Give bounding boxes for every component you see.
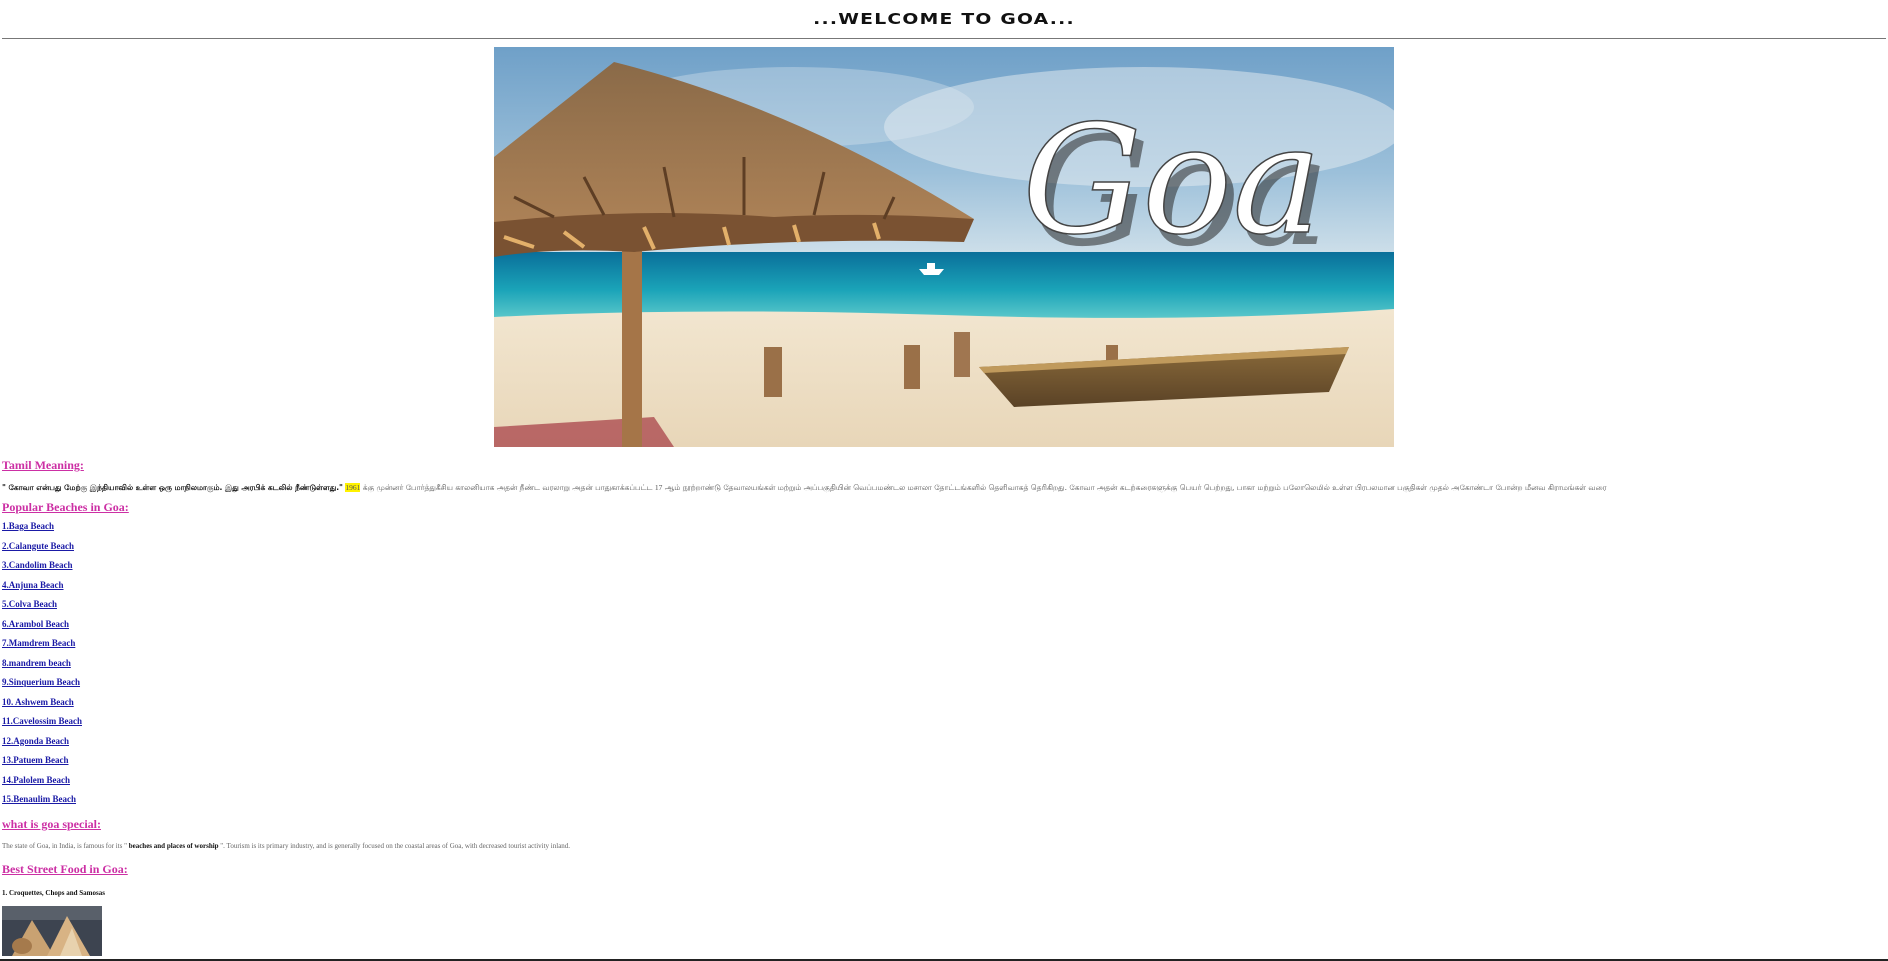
- beach-link-ashwem[interactable]: 10. Ashwem Beach: [2, 697, 74, 707]
- beaches-heading: Popular Beaches in Goa:: [2, 500, 129, 514]
- beach-link-patuem[interactable]: 13.Patuem Beach: [2, 755, 69, 765]
- century-number: 17: [654, 483, 663, 492]
- list-item: 5.Colva Beach: [2, 599, 1886, 619]
- food-image: [2, 905, 102, 956]
- beach-link-palolem[interactable]: 14.Palolem Beach: [2, 775, 70, 785]
- list-item: 9.Sinquerium Beach: [2, 677, 1886, 697]
- tamil-text-part-1: க்கு முன்னர் போர்த்துகீசிய காலனியாக அதன்…: [362, 483, 653, 492]
- beach-link-sinquerium[interactable]: 9.Sinquerium Beach: [2, 677, 80, 687]
- beach-link-mamdrem[interactable]: 7.Mamdrem Beach: [2, 638, 75, 648]
- list-item: 8.mandrem beach: [2, 658, 1886, 678]
- list-item: 2.Calangute Beach: [2, 541, 1886, 561]
- tamil-meaning-text: " கோவா என்பது மேற்கு இந்தியாவில் உள்ள ஒர…: [2, 483, 1852, 493]
- street-food-heading: Best Street Food in Goa:: [2, 861, 128, 876]
- hero-overlay-text: Goa: [1022, 94, 1322, 268]
- list-item: 11.Cavelossim Beach: [2, 716, 1886, 736]
- special-text-part-1: The state of Goa, in India, is famous fo…: [2, 841, 127, 850]
- beach-link-baga[interactable]: 1.Baga Beach: [2, 521, 54, 531]
- list-item: 3.Candolim Beach: [2, 560, 1886, 580]
- year-highlight: 1961: [345, 483, 361, 492]
- list-item: 10. Ashwem Beach: [2, 697, 1886, 717]
- list-item: 15.Benaulim Beach: [2, 794, 1886, 814]
- page: ...WELCOME TO GOA... Goa Goa Tamil Meani…: [0, 0, 1888, 961]
- goa-special-text: The state of Goa, in India, is famous fo…: [2, 842, 1886, 850]
- beach-link-cavelossim[interactable]: 11.Cavelossim Beach: [2, 716, 82, 726]
- list-item: 14.Palolem Beach: [2, 775, 1886, 795]
- beach-link-colva[interactable]: 5.Colva Beach: [2, 599, 57, 609]
- goa-special-heading: what is goa special:: [2, 816, 101, 831]
- page-title: ...WELCOME TO GOA...: [813, 10, 1075, 28]
- list-item: 7.Mamdrem Beach: [2, 638, 1886, 658]
- special-text-part-2: ". Tourism is its primary industry, and …: [220, 841, 571, 850]
- tamil-text-part-2: ஆம் நூற்றாண்டு தேவாலயங்கள் மற்றும் அப்பக…: [664, 483, 1607, 492]
- list-item: 6.Arambol Beach: [2, 619, 1886, 639]
- beach-list: 1.Baga Beach 2.Calangute Beach 3.Candoli…: [2, 521, 1886, 814]
- tamil-meaning-heading: Tamil Meaning:: [2, 458, 84, 472]
- list-item: 4.Anjuna Beach: [2, 580, 1886, 600]
- list-item: 13.Patuem Beach: [2, 755, 1886, 775]
- samosa-illustration: [2, 905, 102, 956]
- food-item-title: 1. Croquettes, Chops and Samosas: [2, 888, 105, 897]
- beach-link-mandrem[interactable]: 8.mandrem beach: [2, 658, 71, 668]
- beach-link-candolim[interactable]: 3.Candolim Beach: [2, 560, 73, 570]
- header-divider: [2, 38, 1886, 39]
- beach-link-arambol[interactable]: 6.Arambol Beach: [2, 619, 69, 629]
- beach-link-calangute[interactable]: 2.Calangute Beach: [2, 541, 74, 551]
- tamil-quote: " கோவா என்பது மேற்கு இந்தியாவில் உள்ள ஒர…: [2, 483, 343, 492]
- beach-link-anjuna[interactable]: 4.Anjuna Beach: [2, 580, 64, 590]
- hero-illustration: Goa Goa: [494, 47, 1394, 447]
- beach-link-benaulim[interactable]: 15.Benaulim Beach: [2, 794, 76, 804]
- beach-link-agonda[interactable]: 12.Agonda Beach: [2, 736, 69, 746]
- list-item: 12.Agonda Beach: [2, 736, 1886, 756]
- special-emphasis: beaches and places of worship: [128, 841, 219, 850]
- list-item: 1.Baga Beach: [2, 521, 1886, 541]
- hero-image: Goa Goa: [494, 47, 1394, 447]
